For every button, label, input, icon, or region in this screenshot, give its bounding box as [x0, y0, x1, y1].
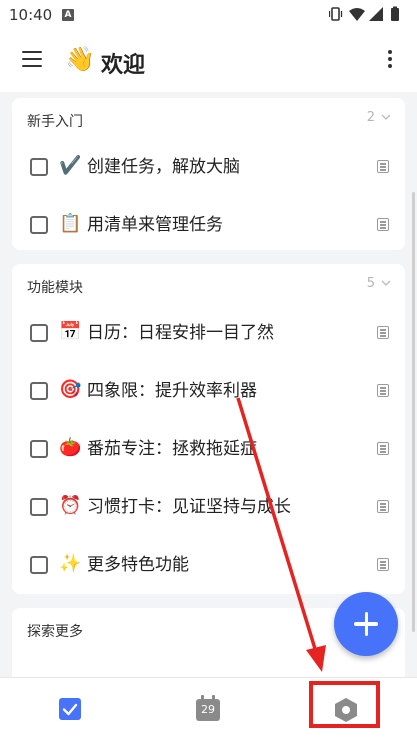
note-icon [377, 442, 389, 455]
task-title: 番茄专注：拯救拖延症 [87, 439, 257, 459]
task-row[interactable]: ✨ 更多特色功能 [12, 536, 405, 594]
tab-calendar[interactable]: 29 [196, 695, 220, 721]
task-checkbox[interactable] [30, 324, 48, 342]
task-row[interactable]: 📋 用清单来管理任务 [12, 196, 405, 254]
task-title: 更多特色功能 [87, 555, 189, 575]
task-emoji: 📋 [59, 213, 82, 234]
task-checkbox[interactable] [30, 440, 48, 458]
task-title: 习惯打卡：见证坚持与成长 [87, 497, 291, 517]
hamburger-icon[interactable] [22, 51, 42, 69]
section-title: 探索更多 [27, 624, 83, 640]
notification-icon: A [62, 9, 74, 21]
note-icon [377, 558, 389, 571]
task-title: 日历：日程安排一目了然 [87, 323, 274, 343]
vibrate-icon [329, 7, 343, 21]
chevron-down-icon [381, 280, 391, 286]
task-title: 用清单来管理任务 [87, 215, 223, 235]
section-header[interactable]: 新手入门 2 [12, 98, 405, 138]
section-title: 功能模块 [27, 280, 83, 296]
add-task-button[interactable] [334, 592, 398, 656]
wifi-icon [349, 8, 365, 21]
task-title: 创建任务，解放大脑 [87, 157, 240, 177]
status-icons [329, 6, 399, 21]
task-title: 四象限：提升效率利器 [87, 381, 257, 401]
task-emoji: ✨ [59, 553, 82, 574]
task-emoji: 🍅 [59, 437, 82, 458]
task-checkbox-icon [62, 703, 78, 716]
waving-hand-emoji: 👋 [65, 45, 95, 73]
note-icon [377, 160, 389, 173]
page-title: 欢迎 [101, 53, 146, 78]
task-emoji: ✔️ [59, 155, 82, 176]
section-card-getting-started: 新手入门 2 ✔️ 创建任务，解放大脑 📋 用清单来管理任务 [12, 98, 405, 250]
section-count: 2 [366, 110, 375, 125]
task-checkbox[interactable] [30, 216, 48, 234]
task-emoji: ⏰ [59, 495, 82, 516]
tab-tasks[interactable] [59, 698, 81, 720]
calendar-date: 29 [201, 703, 215, 716]
section-header[interactable]: 功能模块 5 [12, 264, 405, 304]
note-icon [377, 326, 389, 339]
task-emoji: 🎯 [59, 379, 82, 400]
note-icon [377, 218, 389, 231]
task-emoji: 📅 [59, 321, 82, 342]
task-checkbox[interactable] [30, 158, 48, 176]
note-icon [377, 384, 389, 397]
note-icon [377, 500, 389, 513]
overflow-menu-icon[interactable] [387, 50, 393, 72]
section-count: 5 [366, 276, 375, 291]
highlight-box [309, 681, 380, 728]
status-bar: 10:40 A [0, 0, 417, 30]
task-list-content: 新手入门 2 ✔️ 创建任务，解放大脑 📋 用清单来管理任务 功能模块 5 📅 … [0, 92, 417, 677]
task-checkbox[interactable] [30, 498, 48, 516]
section-title: 新手入门 [27, 114, 83, 130]
task-row[interactable]: 🎯 四象限：提升效率利器 [12, 362, 405, 420]
task-row[interactable]: 🍅 番茄专注：拯救拖延症 [12, 420, 405, 478]
chevron-down-icon [381, 114, 391, 120]
status-time: 10:40 [9, 6, 53, 24]
section-card-features: 功能模块 5 📅 日历：日程安排一目了然 🎯 四象限：提升效率利器 🍅 番茄专注… [12, 264, 405, 594]
task-row[interactable]: 📅 日历：日程安排一目了然 [12, 304, 405, 362]
task-checkbox[interactable] [30, 382, 48, 400]
task-row[interactable]: ⏰ 习惯打卡：见证坚持与成长 [12, 478, 405, 536]
task-checkbox[interactable] [30, 556, 48, 574]
signal-icon [369, 7, 383, 21]
task-row[interactable]: ✔️ 创建任务，解放大脑 [12, 138, 405, 196]
app-bar: 👋 欢迎 [0, 30, 417, 92]
scrollbar[interactable] [412, 192, 415, 632]
battery-icon [391, 6, 399, 21]
